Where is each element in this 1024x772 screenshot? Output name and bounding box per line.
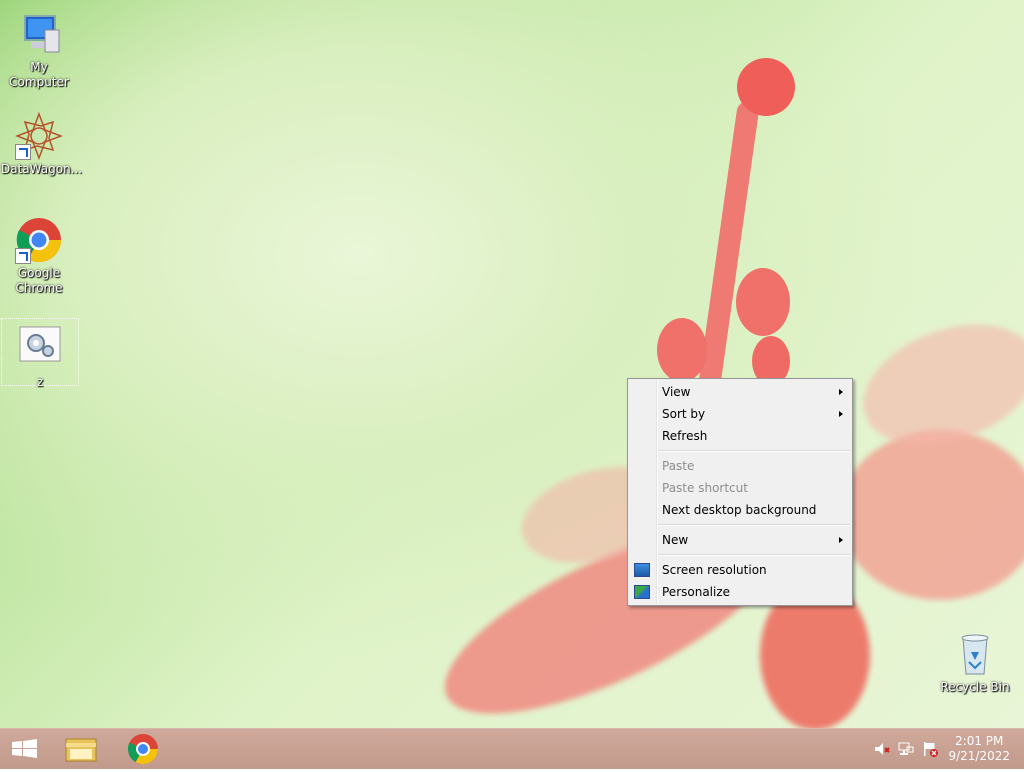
menu-item-label: View (662, 385, 691, 399)
clock-time: 2:01 PM (955, 734, 1004, 748)
personalize-icon (634, 585, 650, 599)
menu-item-view[interactable]: View (628, 381, 852, 403)
menu-item-next-desktop-background[interactable]: Next desktop background (628, 499, 852, 521)
submenu-arrow-icon (839, 389, 843, 395)
desktop-icon-label: z (36, 375, 44, 389)
clock-date: 9/21/2022 (948, 749, 1010, 763)
desktop-icon-z[interactable]: z (1, 318, 79, 389)
file-explorer-icon (65, 738, 97, 762)
taskbar-file-explorer[interactable] (52, 729, 110, 769)
desktop-icon-label: DataWagon... (1, 162, 83, 176)
chrome-icon (15, 216, 63, 264)
chrome-icon (128, 734, 158, 765)
desktop-context-menu: View Sort by Refresh Paste Paste shortcu… (627, 378, 853, 606)
menu-item-new[interactable]: New (628, 529, 852, 551)
taskbar: 2:01 PM 9/21/2022 (0, 728, 1024, 769)
start-button[interactable] (0, 729, 58, 769)
desktop-icon-label: Google Chrome (15, 266, 63, 295)
submenu-arrow-icon (839, 537, 843, 543)
menu-item-paste: Paste (628, 455, 852, 477)
menu-item-paste-shortcut: Paste shortcut (628, 477, 852, 499)
settings-file-icon (16, 325, 64, 373)
menu-separator (658, 450, 850, 452)
menu-item-label: Paste (662, 459, 695, 473)
desktop-icon-datawagon[interactable]: DataWagon... (1, 111, 83, 177)
desktop-icon-recycle-bin[interactable]: Recycle Bin (937, 630, 1013, 695)
desktop-icon-label: Recycle Bin (940, 680, 1010, 694)
menu-item-refresh[interactable]: Refresh (628, 425, 852, 447)
taskbar-clock[interactable]: 2:01 PM 9/21/2022 (948, 734, 1010, 764)
menu-item-label: Sort by (662, 407, 706, 421)
submenu-arrow-icon (839, 411, 843, 417)
network-icon[interactable] (898, 741, 914, 757)
menu-item-screen-resolution[interactable]: Screen resolution (628, 559, 852, 581)
menu-item-label: Paste shortcut (662, 481, 748, 495)
menu-separator (658, 524, 850, 526)
menu-item-label: New (662, 533, 689, 547)
desktop-icon-label: My Computer (9, 60, 69, 89)
desktop[interactable]: My Computer DataWagon... Google Chrome z… (0, 0, 1024, 728)
volume-muted-icon[interactable] (874, 741, 890, 757)
taskbar-chrome[interactable] (114, 729, 172, 769)
screen-resolution-icon (634, 563, 650, 577)
action-center-icon[interactable] (922, 741, 938, 757)
menu-item-label: Screen resolution (662, 563, 767, 577)
menu-separator (658, 554, 850, 556)
shortcut-arrow-icon (15, 248, 31, 264)
menu-item-sort-by[interactable]: Sort by (628, 403, 852, 425)
menu-item-label: Next desktop background (662, 503, 817, 517)
computer-icon (15, 10, 63, 58)
menu-item-personalize[interactable]: Personalize (628, 581, 852, 603)
shortcut-arrow-icon (15, 144, 31, 160)
menu-item-label: Refresh (662, 429, 708, 443)
desktop-icon-google-chrome[interactable]: Google Chrome (1, 216, 77, 296)
desktop-icon-my-computer[interactable]: My Computer (1, 10, 77, 90)
menu-item-label: Personalize (662, 585, 731, 599)
datawagon-icon (14, 111, 64, 161)
start-icon (12, 739, 37, 758)
recycle-bin-icon (951, 630, 999, 678)
